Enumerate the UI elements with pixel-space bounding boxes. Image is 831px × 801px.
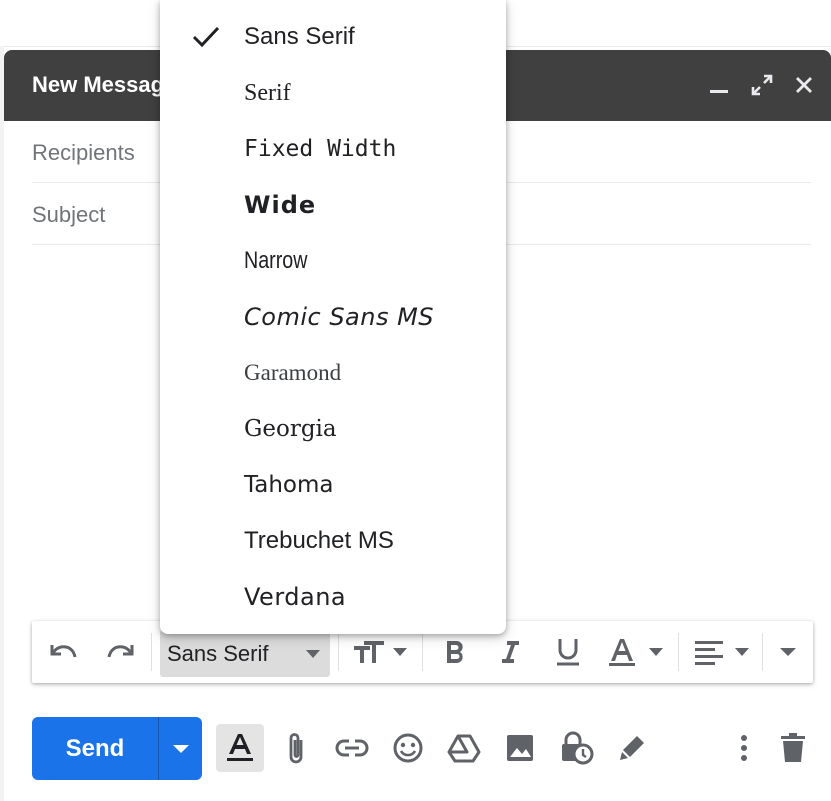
send-options-button[interactable] [159,717,202,780]
compose-title: New Message [32,72,177,97]
font-menu: Sans Serif Serif Fixed Width Wide Narrow… [160,0,506,634]
undo-icon[interactable] [44,632,84,672]
underline-icon[interactable] [548,632,588,672]
font-option-label: Narrow [244,247,308,274]
discard-draft-icon[interactable] [769,724,817,772]
font-option-label: Wide [244,191,317,219]
fullscreen-icon[interactable] [749,72,775,98]
font-option-label: Serif [244,80,291,106]
font-option-label: Fixed Width [244,136,397,162]
font-select-value: Sans Serif [167,641,269,666]
align-icon[interactable] [692,632,754,672]
drive-icon[interactable] [440,724,488,772]
recipients-placeholder: Recipients [32,140,135,165]
formatting-icon [227,734,253,761]
font-option-label: Sans Serif [244,23,355,50]
subject-placeholder: Subject [32,202,106,227]
more-formatting-icon[interactable] [772,632,804,672]
font-option-georgia[interactable]: Georgia [160,401,506,457]
font-option-narrow[interactable]: Narrow [160,233,506,289]
font-option-label: Tahoma [244,472,334,498]
font-option-tahoma[interactable]: Tahoma [160,457,506,513]
insert-link-icon[interactable] [328,724,376,772]
toolbar-separator [762,633,763,671]
chevron-down-icon [172,744,189,753]
font-option-wide[interactable]: Wide [160,177,506,233]
toolbar-separator [422,633,423,671]
emoji-icon[interactable] [384,724,432,772]
bold-icon[interactable] [438,632,474,672]
font-option-comic-sans[interactable]: Comic Sans MS [160,289,506,345]
toolbar-separator [338,633,339,671]
font-option-label: Garamond [244,360,342,385]
font-option-fixed-width[interactable]: Fixed Width [160,121,506,177]
chevron-down-icon [306,650,320,658]
font-size-icon[interactable] [350,632,410,672]
font-option-label: Georgia [244,416,337,442]
font-select[interactable]: Sans Serif [160,630,330,677]
minimize-icon[interactable] [706,72,732,98]
font-option-garamond[interactable]: Garamond [160,345,506,401]
redo-icon[interactable] [100,632,140,672]
attach-file-icon[interactable] [272,724,320,772]
confidential-mode-icon[interactable] [552,724,600,772]
toolbar-separator [151,633,152,671]
toolbar-separator [678,633,679,671]
font-option-label: Trebuchet MS [244,527,394,554]
text-color-icon[interactable] [606,632,666,672]
signature-icon[interactable] [608,724,656,772]
font-option-verdana[interactable]: Verdana [160,569,506,625]
italic-icon[interactable] [492,632,528,672]
send-button[interactable]: Send [32,717,158,780]
font-option-label: Verdana [244,583,347,611]
font-option-label: Comic Sans MS [244,303,435,331]
font-option-trebuchet[interactable]: Trebuchet MS [160,513,506,569]
more-options-icon[interactable] [720,724,768,772]
font-option-serif[interactable]: Serif [160,65,506,121]
formatting-options-button[interactable] [216,724,264,772]
insert-photo-icon[interactable] [496,724,544,772]
font-option-sans-serif[interactable]: Sans Serif [160,9,506,65]
close-icon[interactable] [791,72,817,98]
checkmark-icon [192,26,220,48]
